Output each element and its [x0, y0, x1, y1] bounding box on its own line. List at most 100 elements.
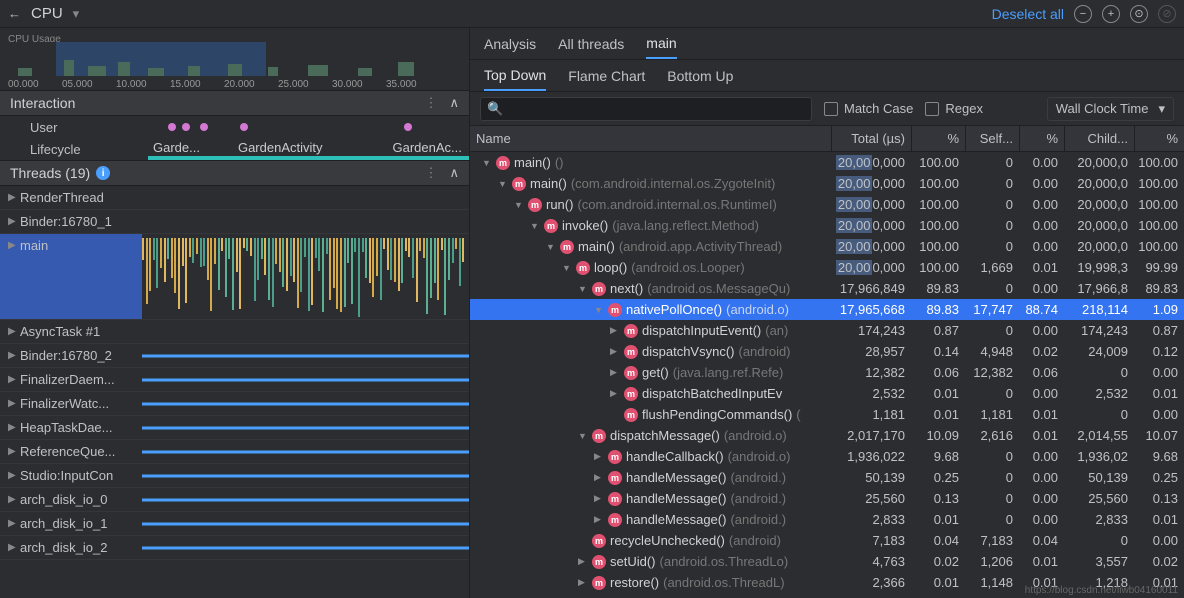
tree-caret-icon[interactable]: ▼: [578, 431, 588, 441]
more-icon[interactable]: ⋮: [424, 165, 439, 181]
thread-caret-icon[interactable]: ▶: [8, 326, 16, 337]
thread-item[interactable]: ▶FinalizerWatc...: [0, 392, 469, 416]
tree-caret-icon[interactable]: ▶: [594, 472, 604, 483]
tree-row[interactable]: ▶m handleMessage() (android.)50,1390.250…: [470, 467, 1184, 488]
header-name[interactable]: Name: [470, 131, 831, 146]
tree-row[interactable]: ▼m main() (com.android.internal.os.Zygot…: [470, 173, 1184, 194]
tree-row[interactable]: ▼m run() (com.android.internal.os.Runtim…: [470, 194, 1184, 215]
tree-row[interactable]: ▼m dispatchMessage() (android.o)2,017,17…: [470, 425, 1184, 446]
tree-row[interactable]: ▼m next() (android.os.MessageQu)17,966,8…: [470, 278, 1184, 299]
thread-caret-icon[interactable]: ▶: [8, 470, 16, 481]
zoom-out-button[interactable]: −: [1074, 5, 1092, 23]
chevron-down-icon[interactable]: ▾: [73, 6, 80, 22]
thread-item[interactable]: ▶main: [0, 234, 469, 320]
back-icon[interactable]: ←: [8, 6, 21, 21]
tree-row[interactable]: ▼m loop() (android.os.Looper)20,000,0001…: [470, 257, 1184, 278]
thread-item[interactable]: ▶Binder:16780_1: [0, 210, 469, 234]
collapse-icon[interactable]: ∧: [449, 165, 459, 181]
info-icon[interactable]: i: [96, 166, 110, 180]
header-children[interactable]: Child...: [1064, 126, 1134, 151]
header-total[interactable]: Total (µs): [831, 126, 911, 151]
tree-row[interactable]: ▶m handleMessage() (android.)25,5600.130…: [470, 488, 1184, 509]
cpu-dropdown-label[interactable]: CPU: [31, 5, 63, 22]
tree-row[interactable]: ▶m get() (java.lang.ref.Refe)12,3820.061…: [470, 362, 1184, 383]
tree-caret-icon[interactable]: ▶: [610, 346, 620, 357]
thread-caret-icon[interactable]: ▶: [8, 374, 16, 385]
tab-analysis[interactable]: Analysis: [484, 28, 536, 59]
deselect-all-button[interactable]: Deselect all: [992, 6, 1064, 22]
header-self[interactable]: Self...: [965, 126, 1019, 151]
user-event-dot[interactable]: [404, 123, 412, 131]
tree-caret-icon[interactable]: ▶: [610, 367, 620, 378]
tree-caret-icon[interactable]: ▶: [610, 388, 620, 399]
tree-row[interactable]: ▼m nativePollOnce() (android.o)17,965,66…: [470, 299, 1184, 320]
thread-caret-icon[interactable]: ▶: [8, 422, 16, 433]
tree-caret-icon[interactable]: ▼: [482, 158, 492, 168]
tree-row[interactable]: ▶m handleCallback() (android.o)1,936,022…: [470, 446, 1184, 467]
thread-caret-icon[interactable]: ▶: [8, 192, 16, 203]
thread-caret-icon[interactable]: ▶: [8, 518, 16, 529]
header-children-pct[interactable]: %: [1134, 126, 1184, 151]
tree-caret-icon[interactable]: ▶: [578, 577, 588, 588]
more-icon[interactable]: ⋮: [424, 95, 439, 111]
tree-caret-icon[interactable]: ▶: [594, 451, 604, 462]
tree-row[interactable]: ▶m dispatchVsync() (android)28,9570.144,…: [470, 341, 1184, 362]
checkbox-icon[interactable]: [925, 102, 939, 116]
time-mode-dropdown[interactable]: Wall Clock Time ▾: [1047, 97, 1174, 121]
thread-item[interactable]: ▶FinalizerDaem...: [0, 368, 469, 392]
tree-caret-icon[interactable]: ▼: [578, 284, 588, 294]
thread-caret-icon[interactable]: ▶: [8, 542, 16, 553]
thread-item[interactable]: ▶AsyncTask #1: [0, 320, 469, 344]
user-event-dot[interactable]: [200, 123, 208, 131]
thread-caret-icon[interactable]: ▶: [8, 350, 16, 361]
collapse-icon[interactable]: ∧: [449, 95, 459, 111]
tree-row[interactable]: ▼m invoke() (java.lang.reflect.Method)20…: [470, 215, 1184, 236]
thread-item[interactable]: ▶RenderThread: [0, 186, 469, 210]
tree-caret-icon[interactable]: ▼: [562, 263, 572, 273]
user-event-dot[interactable]: [168, 123, 176, 131]
thread-item[interactable]: ▶Studio:InputCon: [0, 464, 469, 488]
zoom-in-button[interactable]: +: [1102, 5, 1120, 23]
tree-row[interactable]: ▼m main() (android.app.ActivityThread)20…: [470, 236, 1184, 257]
tree-row[interactable]: m flushPendingCommands() (1,1810.011,181…: [470, 404, 1184, 425]
tree-caret-icon[interactable]: ▼: [514, 200, 524, 210]
tree-row[interactable]: ▼m main() ()20,000,000100.0000.0020,000,…: [470, 152, 1184, 173]
tree-caret-icon[interactable]: ▼: [546, 242, 556, 252]
thread-item[interactable]: ▶arch_disk_io_1: [0, 512, 469, 536]
zoom-reset-button[interactable]: ⊙: [1130, 5, 1148, 23]
tree-row[interactable]: ▶m dispatchInputEvent() (an)174,2430.870…: [470, 320, 1184, 341]
thread-item[interactable]: ▶arch_disk_io_0: [0, 488, 469, 512]
tab-main[interactable]: main: [646, 28, 676, 59]
tree-caret-icon[interactable]: ▶: [594, 514, 604, 525]
thread-item[interactable]: ▶ReferenceQue...: [0, 440, 469, 464]
thread-caret-icon[interactable]: ▶: [8, 446, 16, 457]
header-total-pct[interactable]: %: [911, 126, 965, 151]
tree-row[interactable]: m recycleUnchecked() (android)7,1830.047…: [470, 530, 1184, 551]
thread-item[interactable]: ▶arch_disk_io_2: [0, 536, 469, 560]
checkbox-icon[interactable]: [824, 102, 838, 116]
tab-top-down[interactable]: Top Down: [484, 60, 546, 91]
thread-item[interactable]: ▶HeapTaskDae...: [0, 416, 469, 440]
match-case-option[interactable]: Match Case: [824, 101, 913, 116]
tree-caret-icon[interactable]: ▶: [578, 556, 588, 567]
tab-bottom-up[interactable]: Bottom Up: [667, 60, 733, 91]
tree-caret-icon[interactable]: ▶: [610, 325, 620, 336]
tree-caret-icon[interactable]: ▶: [594, 493, 604, 504]
thread-item[interactable]: ▶Binder:16780_2: [0, 344, 469, 368]
thread-caret-icon[interactable]: ▶: [8, 240, 16, 251]
tree-row[interactable]: ▶m setUid() (android.os.ThreadLo)4,7630.…: [470, 551, 1184, 572]
tree-row[interactable]: ▶m dispatchBatchedInputEv 2,5320.0100.00…: [470, 383, 1184, 404]
tree-caret-icon[interactable]: ▼: [530, 221, 540, 231]
tree-caret-icon[interactable]: ▼: [594, 305, 604, 315]
tab-all-threads[interactable]: All threads: [558, 28, 624, 59]
thread-caret-icon[interactable]: ▶: [8, 216, 16, 227]
thread-track[interactable]: [142, 234, 469, 319]
thread-caret-icon[interactable]: ▶: [8, 494, 16, 505]
thread-caret-icon[interactable]: ▶: [8, 398, 16, 409]
user-event-dot[interactable]: [182, 123, 190, 131]
user-event-dot[interactable]: [240, 123, 248, 131]
header-self-pct[interactable]: %: [1019, 126, 1064, 151]
tab-flame-chart[interactable]: Flame Chart: [568, 60, 645, 91]
tree-caret-icon[interactable]: ▼: [498, 179, 508, 189]
cpu-usage-chart[interactable]: CPU Usage 00.000: [0, 28, 469, 90]
